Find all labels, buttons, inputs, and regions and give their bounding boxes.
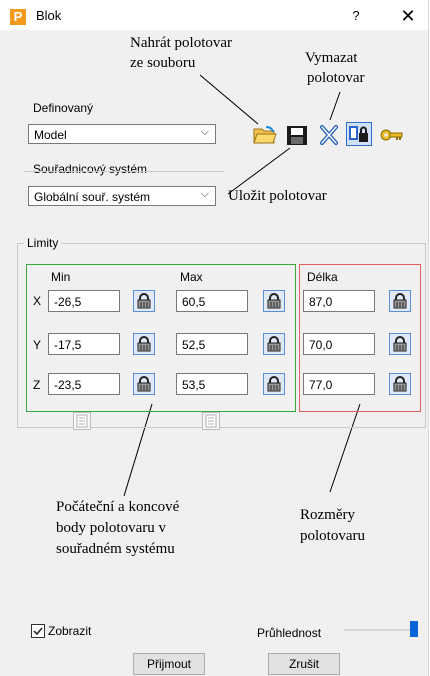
lock-icon bbox=[137, 336, 151, 352]
lock-icon bbox=[393, 376, 407, 392]
table-icon bbox=[205, 414, 217, 428]
lock-icon bbox=[137, 293, 151, 309]
axis-label-x: X bbox=[33, 294, 42, 308]
chevron-down-icon: ⌵ bbox=[200, 188, 209, 200]
checkbox-check-icon bbox=[33, 627, 43, 636]
lock-icon bbox=[267, 376, 281, 392]
max-x-value: 60,5 bbox=[182, 295, 206, 309]
lock-icon bbox=[267, 336, 281, 352]
open-folder-icon bbox=[253, 126, 277, 144]
max-y-lock-button[interactable] bbox=[263, 333, 285, 355]
transparency-slider-track bbox=[344, 629, 418, 631]
show-checkbox[interactable] bbox=[31, 624, 45, 638]
defined-select-value: Model bbox=[34, 128, 67, 142]
delete-stock-button[interactable] bbox=[316, 123, 342, 147]
show-label: Zobrazit bbox=[48, 624, 92, 638]
min-point-pick-button[interactable] bbox=[73, 412, 91, 430]
length-z-value: 77,0 bbox=[309, 378, 333, 392]
lock-icon bbox=[137, 376, 151, 392]
min-z-value: -23,5 bbox=[54, 378, 82, 392]
min-x-lock-button[interactable] bbox=[133, 290, 155, 312]
stock-lock-icon bbox=[349, 126, 368, 142]
length-y-value: 70,0 bbox=[309, 338, 333, 352]
accept-button[interactable]: Přijmout bbox=[133, 653, 205, 675]
load-stock-button[interactable] bbox=[252, 123, 278, 147]
transparency-label: Průhlednost bbox=[257, 626, 322, 640]
defined-label: Definovaný bbox=[33, 101, 94, 115]
length-z-field[interactable]: 77,0 bbox=[303, 373, 375, 395]
stock-lock-toggle[interactable] bbox=[346, 122, 372, 146]
lock-icon bbox=[393, 336, 407, 352]
lock-icon bbox=[267, 293, 281, 309]
length-x-field[interactable]: 87,0 bbox=[303, 290, 375, 312]
save-stock-button[interactable] bbox=[284, 123, 310, 147]
key-icon bbox=[380, 129, 403, 141]
max-x-field[interactable]: 60,5 bbox=[176, 290, 248, 312]
coord-system-select[interactable]: Globální souř. systém ⌵ bbox=[28, 186, 216, 206]
transparency-slider-thumb[interactable] bbox=[410, 621, 418, 637]
max-z-lock-button[interactable] bbox=[263, 373, 285, 395]
min-header: Min bbox=[51, 270, 71, 284]
max-x-lock-button[interactable] bbox=[263, 290, 285, 312]
save-disk-icon bbox=[287, 126, 307, 145]
min-x-field[interactable]: -26,5 bbox=[48, 290, 120, 312]
coord-system-select-value: Globální souř. systém bbox=[34, 190, 151, 204]
key-button[interactable] bbox=[378, 123, 404, 147]
length-x-value: 87,0 bbox=[309, 295, 333, 309]
min-y-lock-button[interactable] bbox=[133, 333, 155, 355]
table-icon bbox=[76, 414, 88, 428]
min-z-lock-button[interactable] bbox=[133, 373, 155, 395]
lock-icon bbox=[393, 293, 407, 309]
transparency-slider[interactable] bbox=[344, 621, 418, 637]
chevron-down-icon: ⌵ bbox=[200, 126, 209, 138]
coord-system-divider bbox=[24, 171, 224, 172]
max-z-field[interactable]: 53,5 bbox=[176, 373, 248, 395]
length-x-lock-button[interactable] bbox=[389, 290, 411, 312]
max-z-value: 53,5 bbox=[182, 378, 206, 392]
limits-caption: Limity bbox=[24, 236, 62, 250]
min-y-field[interactable]: -17,5 bbox=[48, 333, 120, 355]
delete-x-icon bbox=[320, 125, 338, 145]
max-y-field[interactable]: 52,5 bbox=[176, 333, 248, 355]
max-y-value: 52,5 bbox=[182, 338, 206, 352]
coord-system-label: Souřadnicový systém bbox=[33, 162, 148, 176]
max-header: Max bbox=[180, 270, 203, 284]
length-z-lock-button[interactable] bbox=[389, 373, 411, 395]
min-x-value: -26,5 bbox=[54, 295, 82, 309]
min-y-value: -17,5 bbox=[54, 338, 82, 352]
length-y-field[interactable]: 70,0 bbox=[303, 333, 375, 355]
defined-select[interactable]: Model ⌵ bbox=[28, 124, 216, 144]
axis-label-z: Z bbox=[33, 378, 41, 392]
length-header: Délka bbox=[307, 270, 338, 284]
max-point-pick-button[interactable] bbox=[202, 412, 220, 430]
length-y-lock-button[interactable] bbox=[389, 333, 411, 355]
min-z-field[interactable]: -23,5 bbox=[48, 373, 120, 395]
cancel-button[interactable]: Zrušit bbox=[268, 653, 340, 675]
axis-label-y: Y bbox=[33, 338, 42, 352]
